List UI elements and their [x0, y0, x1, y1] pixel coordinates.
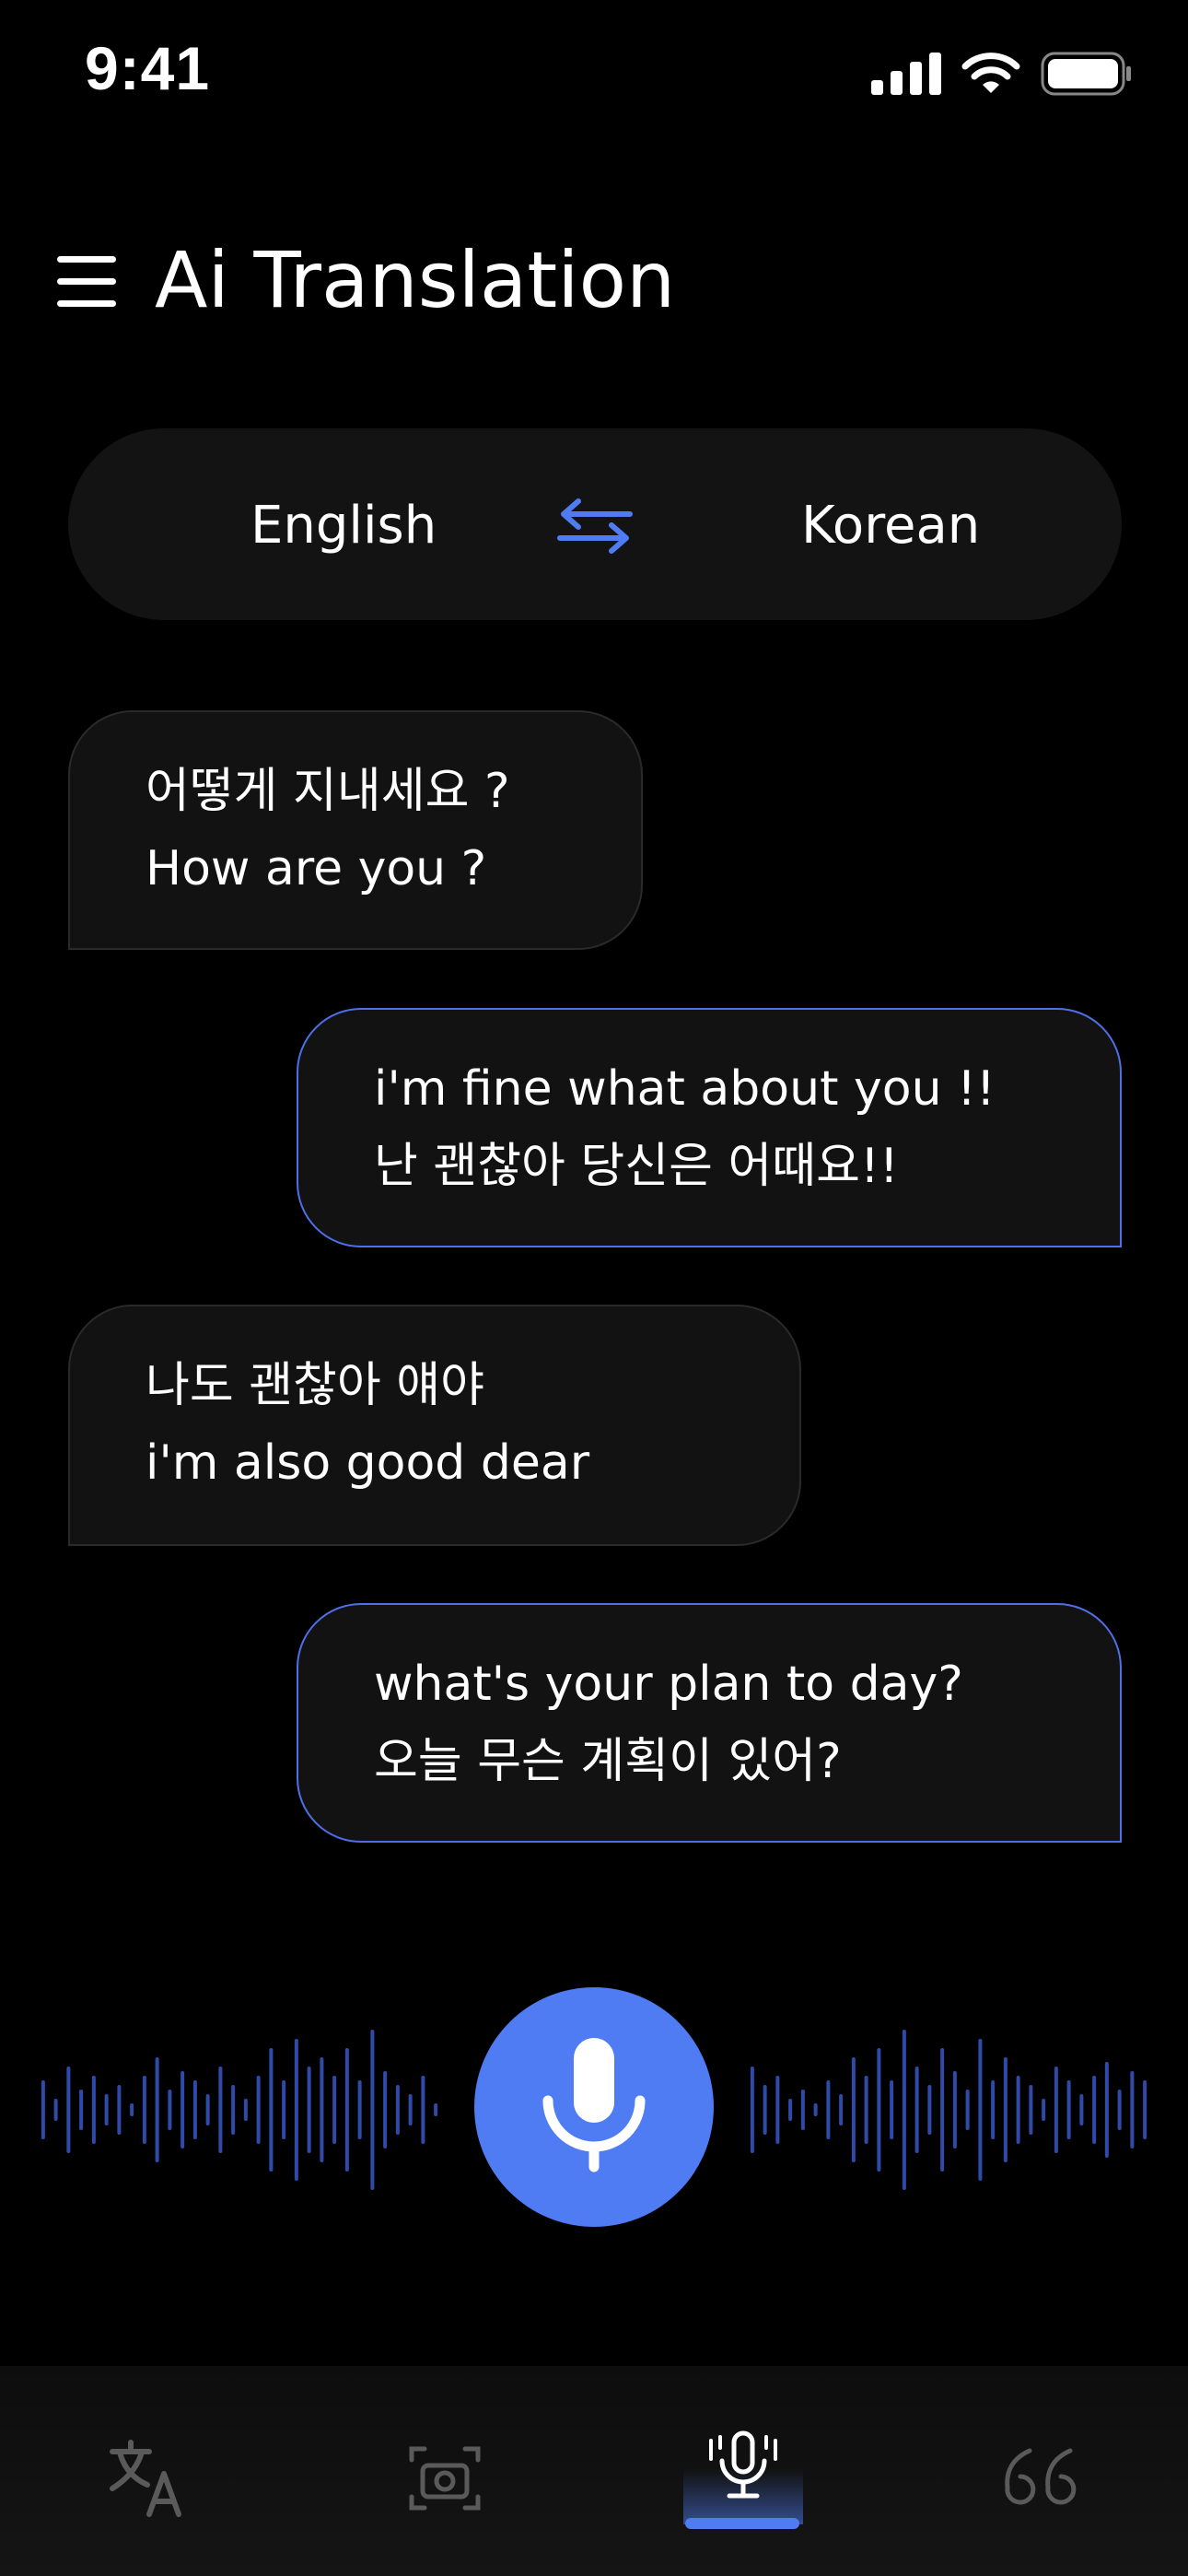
message-bubble-incoming: 나도 괜찮아 얘야 i'm also good dear	[68, 1305, 801, 1546]
message-bubble-outgoing: i'm fine what about you !! 난 괜찮아 당신은 어때요…	[297, 1008, 1122, 1247]
nav-item-quotes[interactable]	[989, 2432, 1090, 2524]
message-translated-text: 오늘 무슨 계획이 있어?	[374, 1734, 842, 1789]
camera-icon	[409, 2446, 481, 2511]
source-language-button[interactable]: English	[250, 496, 437, 556]
message-original-text: 어떻게 지내세요 ?	[146, 764, 510, 819]
message-bubble-incoming: 어떻게 지내세요 ? How are you ?	[68, 710, 643, 950]
nav-item-translate[interactable]	[98, 2432, 199, 2524]
menu-icon[interactable]	[57, 256, 116, 308]
translate-icon	[110, 2440, 181, 2517]
nav-item-camera[interactable]	[394, 2432, 495, 2524]
wifi-icon	[961, 53, 1020, 93]
message-translated-text: 난 괜찮아 당신은 어때요!!	[374, 1139, 899, 1194]
message-original-text: what's your plan to day?	[374, 1657, 963, 1712]
nav-item-voice[interactable]	[693, 2423, 794, 2515]
swap-arrows-icon[interactable]	[556, 498, 634, 555]
voice-mic-icon	[709, 2430, 777, 2499]
status-icons	[871, 46, 1133, 101]
battery-icon	[1041, 52, 1131, 96]
microphone-button[interactable]	[474, 1987, 714, 2227]
quote-icon	[1005, 2448, 1077, 2505]
target-language-button[interactable]: Korean	[801, 496, 980, 556]
microphone-icon	[542, 2038, 646, 2172]
message-bubble-outgoing: what's your plan to day? 오늘 무슨 계획이 있어?	[297, 1603, 1122, 1843]
message-translated-text: i'm also good dear	[146, 1435, 590, 1491]
signal-icon	[871, 53, 941, 95]
page-title: Ai Translation	[155, 235, 676, 325]
message-translated-text: How are you ?	[146, 841, 487, 896]
message-original-text: i'm fine what about you !!	[374, 1061, 996, 1117]
status-time: 9:41	[85, 34, 211, 102]
active-nav-indicator	[685, 2518, 799, 2529]
message-original-text: 나도 괜찮아 얘야	[146, 1358, 484, 1413]
